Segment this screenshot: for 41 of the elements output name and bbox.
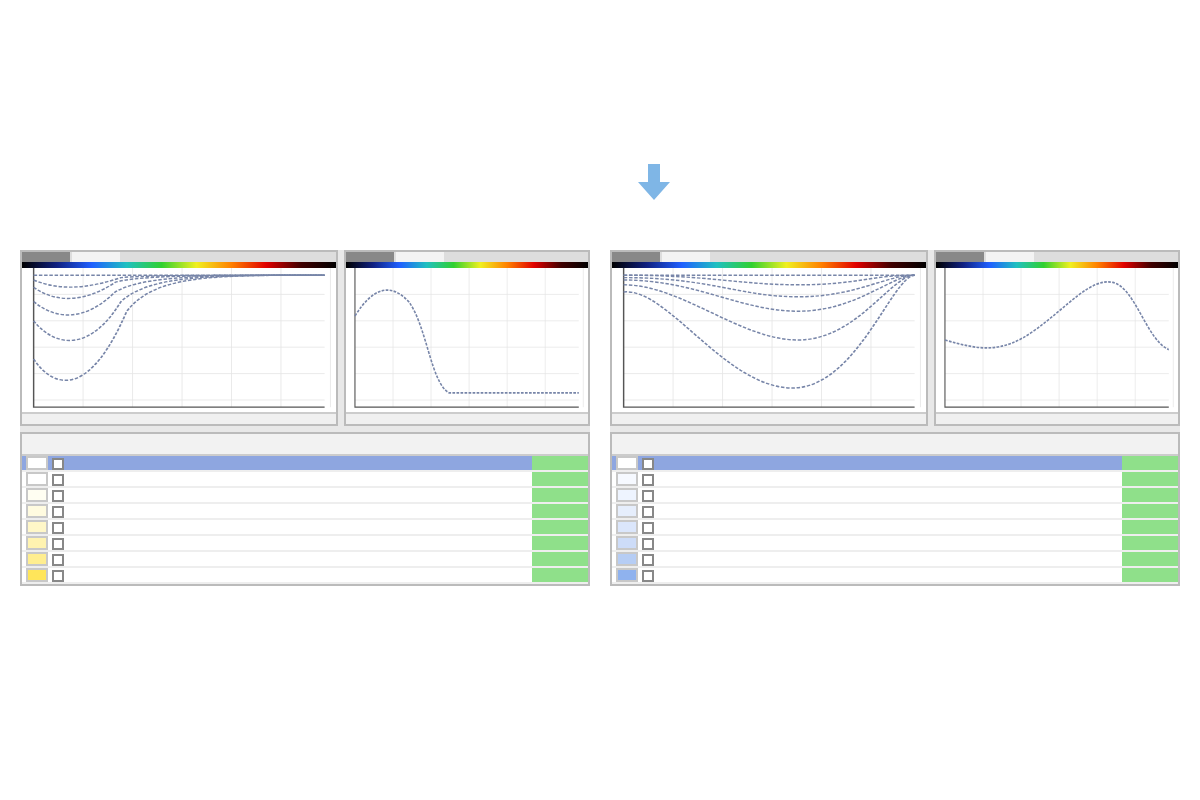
checkbox[interactable] [642,553,654,565]
table-row[interactable] [612,488,1178,504]
checkbox[interactable] [52,537,64,549]
table-row[interactable] [22,488,588,504]
table-row[interactable] [612,568,1178,584]
table-row[interactable] [22,552,588,568]
chart-tab[interactable] [936,252,985,262]
checkbox[interactable] [52,473,64,485]
chart-tab[interactable] [662,252,710,262]
table-row[interactable] [22,536,588,552]
table-row[interactable] [612,504,1178,520]
chart-tab[interactable] [612,252,660,262]
checkbox[interactable] [642,489,654,501]
checkbox[interactable] [642,473,654,485]
table-row[interactable] [612,456,1178,472]
checkbox[interactable] [52,553,64,565]
down-arrow-icon [638,164,670,200]
checkbox[interactable] [52,521,64,533]
checkbox[interactable] [52,489,64,501]
table-row[interactable] [22,456,588,472]
checkbox[interactable] [52,505,64,517]
table-row[interactable] [612,520,1178,536]
chart-tab[interactable] [396,252,445,262]
checkbox[interactable] [642,505,654,517]
checkbox[interactable] [642,537,654,549]
chart-tab[interactable] [22,252,70,262]
chart-tab[interactable] [986,252,1035,262]
checkbox[interactable] [642,569,654,581]
table-row[interactable] [22,504,588,520]
checkbox[interactable] [642,457,654,469]
table-row[interactable] [612,536,1178,552]
checkbox[interactable] [52,457,64,469]
checkbox[interactable] [642,521,654,533]
table-row[interactable] [22,472,588,488]
table-row[interactable] [612,552,1178,568]
table-row[interactable] [22,568,588,584]
checkbox[interactable] [52,569,64,581]
table-row[interactable] [612,472,1178,488]
chart-tab[interactable] [346,252,395,262]
table-row[interactable] [22,520,588,536]
chart-tab[interactable] [72,252,120,262]
